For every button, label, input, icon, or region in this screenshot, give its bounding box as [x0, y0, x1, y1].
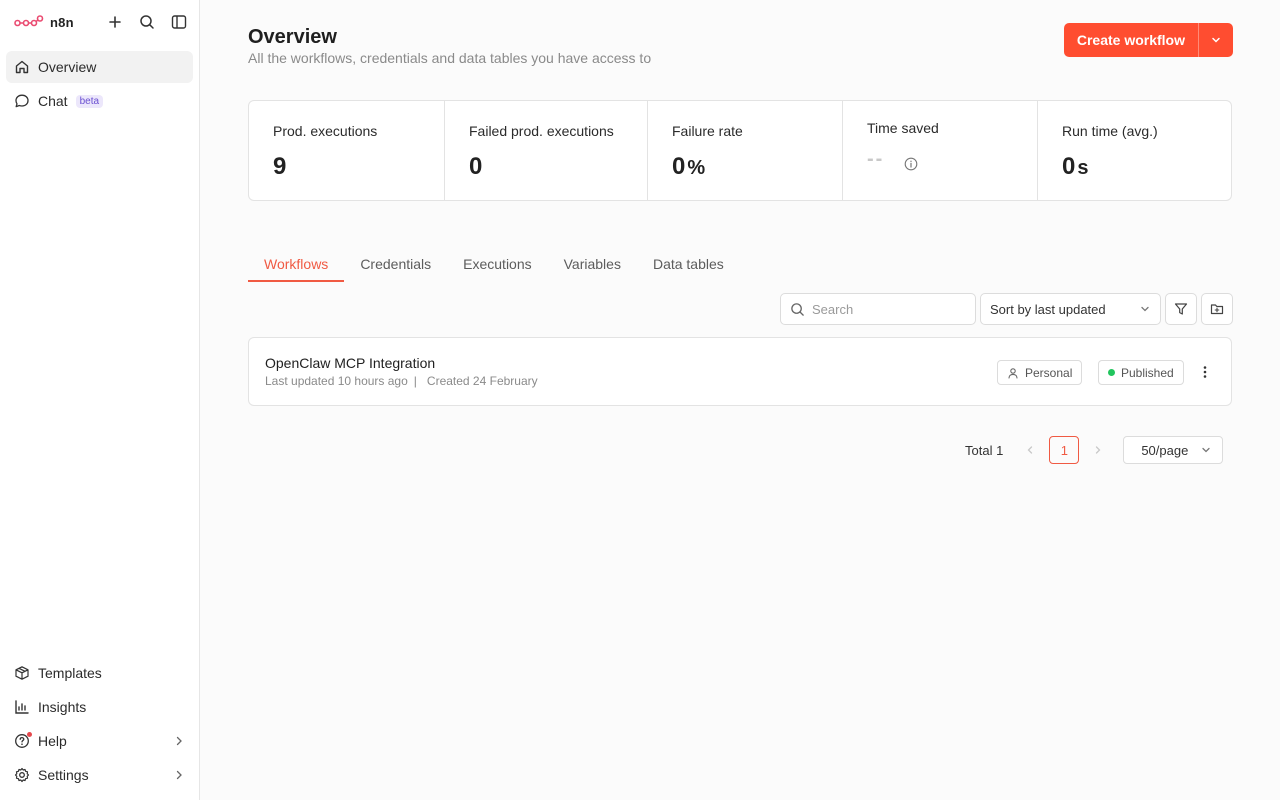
stat-label: Run time (avg.)	[1062, 123, 1158, 139]
list-toolbar: Sort by last updated	[780, 293, 1233, 325]
sidebar-item-chat[interactable]: Chat beta	[6, 85, 193, 117]
tab-variables[interactable]: Variables	[548, 252, 637, 282]
sidebar-item-label: Help	[38, 733, 67, 749]
main-content: Overview All the workflows, credentials …	[248, 0, 1233, 800]
stat-value: 0s	[1062, 153, 1089, 180]
sidebar-item-label: Settings	[38, 767, 89, 783]
search-box	[780, 293, 976, 325]
box-icon	[14, 665, 30, 681]
chevron-down-icon	[1212, 37, 1220, 43]
pagination-total: Total 1	[965, 442, 1004, 458]
tabs: Workflows Credentials Executions Variabl…	[248, 252, 740, 282]
plus-icon[interactable]	[107, 14, 123, 30]
status-label: Published	[1121, 365, 1174, 380]
filter-button[interactable]	[1165, 293, 1197, 325]
tab-executions[interactable]: Executions	[447, 252, 547, 282]
create-dropdown-button[interactable]	[1199, 23, 1233, 57]
page-title: Overview	[248, 26, 337, 48]
create-workflow-button-group: Create workflow	[1063, 23, 1233, 57]
beta-badge: beta	[75, 94, 104, 108]
stat-prod-executions[interactable]: Prod. executions 9	[249, 101, 445, 200]
folder-plus-icon	[1210, 304, 1224, 315]
sidebar-bottom-nav: Templates Insights Help Settings	[6, 657, 193, 793]
stat-label: Failure rate	[672, 123, 743, 139]
more-options-icon[interactable]	[1197, 363, 1213, 381]
sidebar: n8n Overview Chat beta Templates Insight…	[0, 0, 200, 800]
sidebar-header: n8n	[0, 0, 199, 44]
page-subtitle: All the workflows, credentials and data …	[248, 50, 652, 66]
prev-page-icon[interactable]	[1021, 445, 1039, 455]
search-icon	[791, 302, 804, 316]
sidebar-item-templates[interactable]: Templates	[6, 657, 193, 689]
status-badge: Published	[1098, 360, 1184, 385]
stat-time-saved[interactable]: Time saved --	[843, 101, 1038, 200]
stat-label: Prod. executions	[273, 123, 378, 139]
stat-value: 0%	[672, 153, 706, 180]
sidebar-item-label: Templates	[38, 665, 102, 681]
sidebar-item-settings[interactable]: Settings	[6, 759, 193, 791]
search-icon[interactable]	[139, 14, 155, 30]
chevron-right-icon	[173, 769, 185, 781]
new-folder-button[interactable]	[1201, 293, 1233, 325]
workflow-name[interactable]: OpenClaw MCP Integration	[265, 355, 435, 371]
sidebar-item-overview[interactable]: Overview	[6, 51, 193, 83]
sidebar-item-label: Chat	[38, 93, 68, 109]
stats-panel: Prod. executions 9 Failed prod. executio…	[248, 100, 1232, 201]
page-size-label: 50/page	[1141, 442, 1189, 458]
stat-failed-executions[interactable]: Failed prod. executions 0	[445, 101, 648, 200]
owner-label: Personal	[1025, 365, 1073, 380]
tab-credentials[interactable]: Credentials	[344, 252, 447, 282]
chevron-down-icon	[1200, 444, 1212, 456]
help-icon	[14, 732, 32, 749]
sort-select[interactable]: Sort by last updated	[980, 293, 1161, 325]
stat-value: 9	[273, 153, 287, 180]
n8n-logo[interactable]: n8n	[14, 15, 74, 30]
sidebar-item-insights[interactable]: Insights	[6, 691, 193, 723]
chat-icon	[14, 93, 30, 109]
status-dot	[1108, 369, 1115, 376]
next-page-icon[interactable]	[1089, 445, 1107, 455]
page-button-current[interactable]: 1	[1049, 436, 1080, 464]
n8n-logo-icon	[14, 15, 44, 27]
stat-value: 0	[469, 153, 483, 180]
sidebar-toggle-icon[interactable]	[171, 14, 187, 30]
workflow-created: Created 24 February	[426, 374, 538, 388]
notification-dot	[27, 732, 32, 737]
search-input[interactable]	[812, 301, 962, 317]
sidebar-item-label: Overview	[38, 59, 97, 75]
tab-workflows[interactable]: Workflows	[248, 252, 345, 282]
sidebar-item-help[interactable]: Help	[6, 725, 193, 757]
filter-icon	[1174, 303, 1188, 315]
gear-icon	[14, 767, 30, 783]
page-size-select[interactable]: 50/page	[1123, 436, 1224, 464]
tab-data-tables[interactable]: Data tables	[637, 252, 740, 282]
workflow-card[interactable]: OpenClaw MCP Integration Last updated 10…	[248, 337, 1232, 406]
sidebar-item-label: Insights	[38, 699, 87, 715]
create-workflow-button[interactable]: Create workflow	[1064, 23, 1199, 57]
pagination: Total 1 1 50/page	[965, 436, 1224, 464]
stat-failure-rate[interactable]: Failure rate 0%	[648, 101, 843, 200]
stat-label: Failed prod. executions	[469, 123, 614, 139]
bar-chart-icon	[14, 699, 30, 715]
stat-value: --	[867, 148, 1013, 171]
chevron-down-icon	[1139, 303, 1151, 315]
meta-separator: |	[413, 374, 417, 388]
stat-label: Time saved	[867, 120, 939, 136]
workflow-meta: Last updated 10 hours ago | Created 24 F…	[265, 374, 538, 388]
workflow-updated: Last updated 10 hours ago	[265, 374, 408, 388]
user-icon	[1008, 367, 1018, 379]
stat-run-time[interactable]: Run time (avg.) 0s	[1038, 101, 1231, 200]
logo-text: n8n	[50, 14, 74, 30]
owner-badge[interactable]: Personal	[997, 360, 1083, 385]
info-icon[interactable]	[904, 157, 918, 171]
home-icon	[14, 59, 30, 75]
sidebar-nav: Overview Chat beta	[0, 44, 199, 126]
chevron-right-icon	[173, 735, 185, 747]
sort-label: Sort by last updated	[990, 301, 1106, 317]
